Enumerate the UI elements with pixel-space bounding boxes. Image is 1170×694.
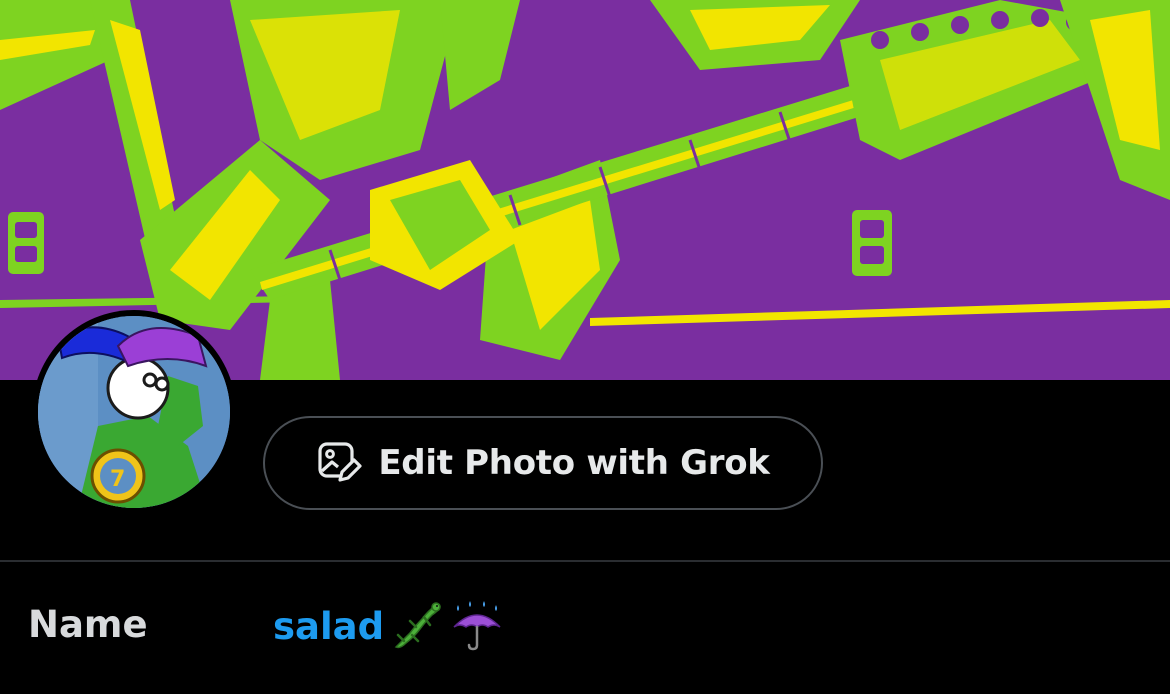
edit-photo-label: Edit Photo with Grok bbox=[378, 443, 770, 483]
lizard-emoji-icon bbox=[390, 599, 444, 653]
avatar-cartoon-icon: 7 bbox=[38, 316, 230, 508]
name-field-input[interactable]: salad bbox=[273, 599, 504, 653]
umbrella-with-rain-emoji-icon bbox=[450, 599, 504, 653]
edit-photo-with-grok-button[interactable]: Edit Photo with Grok bbox=[263, 416, 823, 510]
divider bbox=[0, 560, 1170, 562]
profile-photo[interactable]: 7 bbox=[32, 310, 236, 514]
image-edit-icon bbox=[316, 440, 362, 486]
svg-text:7: 7 bbox=[110, 467, 125, 492]
avatar-image: 7 bbox=[38, 316, 230, 508]
name-field-value: salad bbox=[273, 604, 385, 648]
name-field-row[interactable]: Name salad bbox=[0, 595, 1170, 665]
name-field-label: Name bbox=[28, 603, 148, 646]
